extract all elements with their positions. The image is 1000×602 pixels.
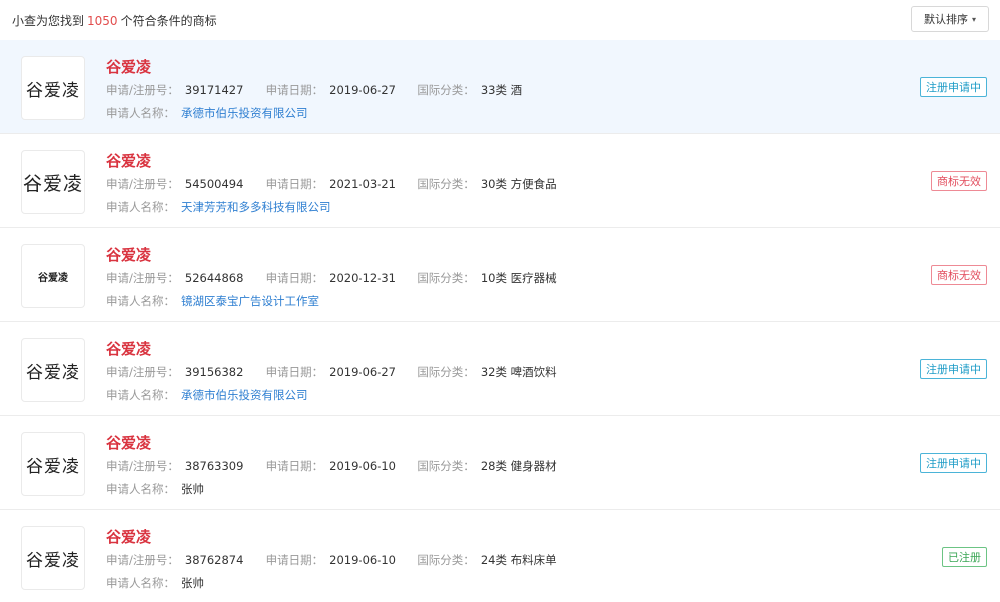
apply-date-value: 2019-06-27 <box>329 365 396 379</box>
intl-class-value: 30类 方便食品 <box>480 177 557 191</box>
reg-no-value: 54500494 <box>184 177 244 191</box>
trademark-row[interactable]: 谷爱凌 谷爱凌 申请/注册号： 54500494 申请日期： 2021-03-21 … <box>0 134 1000 228</box>
intl-class-label: 国际分类： <box>417 177 475 191</box>
trademark-logo[interactable]: 谷爱凌 <box>21 244 85 308</box>
intl-class-value: 32类 啤酒饮料 <box>480 365 557 379</box>
applicant-line: 申请人名称： 镜湖区泰宝广告设计工作室 <box>106 293 319 309</box>
result-count: 1050 <box>87 14 118 28</box>
apply-date-label: 申请日期： <box>265 271 324 285</box>
trademark-logo[interactable]: 谷爱凌 <box>21 150 85 214</box>
trademark-meta: 申请/注册号： 39156382 申请日期： 2019-06-27 国际分类： 32类… <box>106 364 557 380</box>
reg-no-label: 申请/注册号： <box>106 271 179 285</box>
reg-no-label: 申请/注册号： <box>106 553 179 567</box>
trademark-row[interactable]: 谷爱凌 谷爱凌 申请/注册号： 39156382 申请日期： 2019-06-27 … <box>0 322 1000 416</box>
apply-date-label: 申请日期： <box>265 177 324 191</box>
sort-dropdown[interactable]: 默认排序 ▾ <box>911 6 989 32</box>
apply-date-label: 申请日期： <box>265 553 324 567</box>
trademark-row[interactable]: 谷爱凌 谷爱凌 申请/注册号： 52644868 申请日期： 2020-12-31 … <box>0 228 1000 322</box>
summary-suffix: 个符合条件的商标 <box>120 14 217 28</box>
applicant-label: 申请人名称： <box>106 294 175 308</box>
applicant-link[interactable]: 天津芳芳和多多科技有限公司 <box>181 200 331 214</box>
trademark-meta: 申请/注册号： 54500494 申请日期： 2021-03-21 国际分类： 30类… <box>106 176 557 192</box>
trademark-meta: 申请/注册号： 38763309 申请日期： 2019-06-10 国际分类： 28类… <box>106 458 557 474</box>
applicant-line: 申请人名称： 张帅 <box>106 575 204 591</box>
reg-no-value: 38763309 <box>184 459 244 473</box>
reg-no-label: 申请/注册号： <box>106 459 179 473</box>
intl-class-value: 10类 医疗器械 <box>480 271 557 285</box>
apply-date-value: 2020-12-31 <box>329 271 396 285</box>
apply-date-label: 申请日期： <box>265 459 324 473</box>
apply-date-value: 2019-06-10 <box>329 459 396 473</box>
status-badge: 注册申请中 <box>920 453 987 473</box>
status-badge: 商标无效 <box>931 265 987 285</box>
trademark-logo[interactable]: 谷爱凌 <box>21 526 85 590</box>
intl-class-label: 国际分类： <box>417 553 475 567</box>
summary-prefix: 小查为您找到 <box>12 14 85 28</box>
trademark-row[interactable]: 谷爱凌 谷爱凌 申请/注册号： 38762874 申请日期： 2019-06-10 … <box>0 510 1000 602</box>
trademark-name[interactable]: 谷爱凌 <box>106 526 151 547</box>
apply-date-label: 申请日期： <box>265 365 324 379</box>
reg-no-label: 申请/注册号： <box>106 177 179 191</box>
intl-class-value: 33类 酒 <box>480 83 523 97</box>
trademark-name[interactable]: 谷爱凌 <box>106 56 151 77</box>
reg-no-value: 39156382 <box>184 365 244 379</box>
results-header: 小查为您找到 1050 个符合条件的商标 默认排序 ▾ <box>0 0 1000 40</box>
reg-no-label: 申请/注册号： <box>106 365 179 379</box>
applicant-label: 申请人名称： <box>106 482 175 496</box>
trademark-name[interactable]: 谷爱凌 <box>106 432 151 453</box>
trademark-list: 谷爱凌 谷爱凌 申请/注册号： 39171427 申请日期： 2019-06-27 … <box>0 40 1000 602</box>
applicant-label: 申请人名称： <box>106 200 175 214</box>
intl-class-value: 28类 健身器材 <box>480 459 557 473</box>
applicant-line: 申请人名称： 承德市伯乐投资有限公司 <box>106 105 308 121</box>
trademark-name[interactable]: 谷爱凌 <box>106 150 151 171</box>
caret-down-icon: ▾ <box>971 14 976 24</box>
trademark-row[interactable]: 谷爱凌 谷爱凌 申请/注册号： 39171427 申请日期： 2019-06-27 … <box>0 40 1000 134</box>
intl-class-label: 国际分类： <box>417 83 475 97</box>
trademark-name[interactable]: 谷爱凌 <box>106 244 151 265</box>
apply-date-label: 申请日期： <box>265 83 324 97</box>
status-badge: 商标无效 <box>931 171 987 191</box>
applicant-label: 申请人名称： <box>106 106 175 120</box>
intl-class-value: 24类 布料床单 <box>480 553 557 567</box>
apply-date-value: 2021-03-21 <box>329 177 396 191</box>
trademark-logo[interactable]: 谷爱凌 <box>21 338 85 402</box>
applicant-label: 申请人名称： <box>106 576 175 590</box>
applicant-link[interactable]: 承德市伯乐投资有限公司 <box>181 106 308 120</box>
reg-no-value: 38762874 <box>184 553 244 567</box>
trademark-meta: 申请/注册号： 38762874 申请日期： 2019-06-10 国际分类： 24类… <box>106 552 557 568</box>
applicant-link[interactable]: 镜湖区泰宝广告设计工作室 <box>181 294 319 308</box>
reg-no-value: 39171427 <box>184 83 244 97</box>
applicant-label: 申请人名称： <box>106 388 175 402</box>
reg-no-value: 52644868 <box>184 271 244 285</box>
status-badge: 已注册 <box>942 547 987 567</box>
result-summary: 小查为您找到 1050 个符合条件的商标 <box>12 12 217 29</box>
reg-no-label: 申请/注册号： <box>106 83 179 97</box>
intl-class-label: 国际分类： <box>417 365 475 379</box>
applicant-link[interactable]: 承德市伯乐投资有限公司 <box>181 388 308 402</box>
applicant-line: 申请人名称： 天津芳芳和多多科技有限公司 <box>106 199 331 215</box>
trademark-meta: 申请/注册号： 39171427 申请日期： 2019-06-27 国际分类： 33类… <box>106 82 522 98</box>
trademark-meta: 申请/注册号： 52644868 申请日期： 2020-12-31 国际分类： 10类… <box>106 270 557 286</box>
apply-date-value: 2019-06-10 <box>329 553 396 567</box>
trademark-name[interactable]: 谷爱凌 <box>106 338 151 359</box>
sort-label: 默认排序 <box>923 13 968 26</box>
status-badge: 注册申请中 <box>920 77 987 97</box>
applicant-name: 张帅 <box>181 482 204 496</box>
trademark-logo[interactable]: 谷爱凌 <box>21 432 85 496</box>
trademark-row[interactable]: 谷爱凌 谷爱凌 申请/注册号： 38763309 申请日期： 2019-06-10 … <box>0 416 1000 510</box>
apply-date-value: 2019-06-27 <box>329 83 396 97</box>
applicant-line: 申请人名称： 承德市伯乐投资有限公司 <box>106 387 308 403</box>
applicant-line: 申请人名称： 张帅 <box>106 481 204 497</box>
trademark-logo[interactable]: 谷爱凌 <box>21 56 85 120</box>
intl-class-label: 国际分类： <box>417 271 475 285</box>
status-badge: 注册申请中 <box>920 359 987 379</box>
applicant-name: 张帅 <box>181 576 204 590</box>
intl-class-label: 国际分类： <box>417 459 475 473</box>
